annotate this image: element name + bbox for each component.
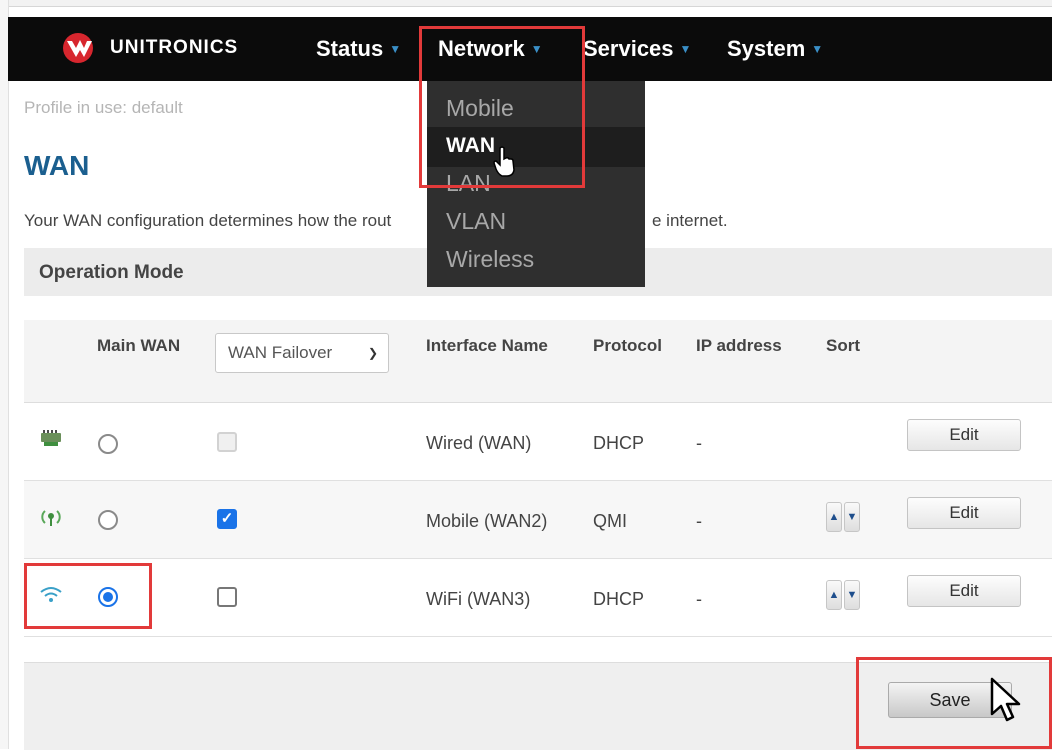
- mobile-antenna-icon: [41, 510, 61, 526]
- menu-item-vlan[interactable]: VLAN: [446, 208, 506, 235]
- page-description: Your WAN configuration determines how th…: [24, 211, 392, 230]
- arrow-cursor-icon: [990, 677, 1021, 722]
- nav-system-label: System: [727, 36, 806, 61]
- failover-checkbox-wifi[interactable]: [217, 587, 237, 607]
- profile-in-use: Profile in use: default: [24, 98, 183, 117]
- interface-name: Mobile (WAN2): [426, 511, 548, 531]
- nav-status-label: Status: [316, 36, 384, 61]
- ip-value: -: [696, 433, 702, 453]
- column-ip-address: IP address: [696, 336, 782, 355]
- failover-checkbox-mobile[interactable]: ✓: [217, 509, 237, 529]
- sort-controls-mobile[interactable]: ▲ ▼: [826, 502, 862, 532]
- ip-value: -: [696, 511, 702, 531]
- protocol-value: DHCP: [593, 589, 645, 609]
- main-wan-radio-wired[interactable]: [98, 434, 118, 454]
- column-main-wan: Main WAN: [97, 336, 181, 355]
- section-title: Operation Mode: [39, 262, 184, 283]
- interface-name: Wired (WAN): [426, 433, 532, 453]
- brand-name: UNITRONICS: [110, 37, 239, 58]
- table-row: [24, 559, 1052, 637]
- column-sort: Sort: [826, 336, 860, 355]
- wan-mode-select-value: WAN Failover: [228, 343, 333, 362]
- sort-controls-wifi[interactable]: ▲ ▼: [826, 580, 862, 610]
- nav-services[interactable]: Services ▼: [583, 36, 691, 62]
- nav-services-label: Services: [583, 36, 674, 61]
- edit-button-mobile[interactable]: Edit: [907, 497, 1021, 529]
- brand-logo[interactable]: UNITRONICS: [58, 30, 258, 66]
- window-edge-left: [0, 0, 9, 749]
- chevron-down-icon: ▼: [811, 42, 824, 56]
- unitronics-logo-icon: [63, 33, 93, 63]
- menu-item-wireless[interactable]: Wireless: [446, 246, 534, 273]
- sort-up-icon[interactable]: ▲: [826, 580, 842, 610]
- protocol-value: DHCP: [593, 433, 645, 453]
- column-protocol: Protocol: [593, 336, 662, 355]
- ethernet-icon: [41, 430, 61, 446]
- wan-mode-select[interactable]: WAN Failover ❯: [215, 333, 389, 373]
- page-description-end: e internet.: [652, 211, 728, 230]
- edit-button-wired[interactable]: Edit: [907, 419, 1021, 451]
- failover-checkbox-wired[interactable]: [217, 432, 237, 452]
- table-row: [24, 403, 1052, 481]
- sort-down-icon[interactable]: ▼: [844, 580, 860, 610]
- page-title: WAN: [24, 150, 90, 181]
- ip-value: -: [696, 589, 702, 609]
- nav-system[interactable]: System ▼: [727, 36, 823, 62]
- protocol-value: QMI: [593, 511, 627, 531]
- table-header: [24, 320, 1052, 403]
- edit-button-wifi[interactable]: Edit: [907, 575, 1021, 607]
- chevron-down-icon: ▼: [679, 42, 692, 56]
- sort-down-icon[interactable]: ▼: [844, 502, 860, 532]
- sort-up-icon[interactable]: ▲: [826, 502, 842, 532]
- main-wan-radio-mobile[interactable]: [98, 510, 118, 530]
- column-interface-name: Interface Name: [426, 336, 548, 355]
- hand-cursor-icon: [493, 146, 515, 177]
- interface-name: WiFi (WAN3): [426, 589, 531, 609]
- nav-status[interactable]: Status ▼: [316, 36, 401, 62]
- highlight-box-wifi-main: [24, 563, 152, 629]
- chevron-down-icon: ❯: [367, 346, 378, 360]
- chevron-down-icon: ▼: [389, 42, 402, 56]
- window-edge-top: [0, 0, 1052, 7]
